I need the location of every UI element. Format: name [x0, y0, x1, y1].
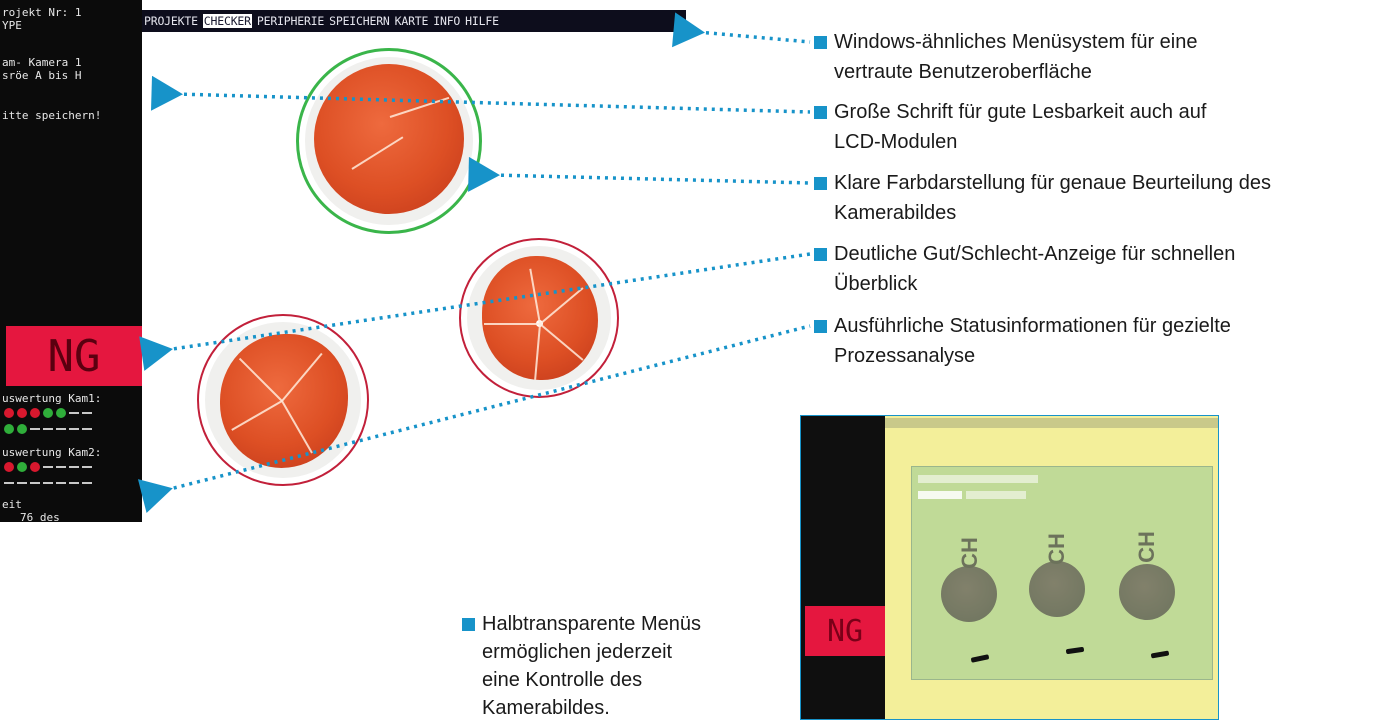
callout-line: Windows-ähnliches Menüsystem für eine: [834, 31, 1198, 53]
callout-line: Klare Farbdarstellung für genaue Beurtei…: [834, 172, 1271, 194]
bullet-square-icon: [814, 36, 827, 49]
mini-dialog-title: [918, 475, 1038, 483]
note-line: Kamerabildes.: [482, 697, 610, 719]
note-line: Halbtransparente Menüs: [482, 613, 702, 635]
callout-ng: Deutliche Gut/Schlecht-Anzeige für schne…: [814, 239, 1236, 299]
callout-menu: Windows-ähnliches Menüsystem für eine ve…: [814, 27, 1198, 87]
mini-dialog-tab: [918, 491, 962, 499]
callout-line: LCD-Modulen: [834, 131, 958, 153]
mini-dialog-tab: [966, 491, 1026, 499]
arrow-font: [151, 75, 811, 114]
callout-font: Große Schrift für gute Lesbarkeit auch a…: [814, 97, 1207, 157]
arrow-ng: [139, 252, 811, 371]
arrow-color: [468, 156, 811, 192]
note-line: eine Kontrolle des: [482, 669, 643, 691]
bullet-square-icon: [462, 618, 475, 631]
callout-line: Überblick: [834, 273, 918, 295]
transparent-menu-screenshot: NG CH CH CH: [800, 415, 1219, 720]
bullet-square-icon: [814, 248, 827, 261]
callout-status: Ausführliche Statusinformationen für gez…: [814, 311, 1231, 371]
arrow-menu: [672, 12, 811, 48]
bottom-note: Halbtransparente Menüs ermöglichen jeder…: [462, 610, 792, 722]
mini-status-panel: NG: [801, 416, 885, 719]
note-line: ermöglichen jederzeit: [482, 641, 673, 663]
mini-ng-indicator: NG: [805, 606, 885, 656]
mini-menu-bar: [885, 418, 1218, 428]
callout-line: Große Schrift für gute Lesbarkeit auch a…: [834, 101, 1207, 123]
bullet-square-icon: [814, 320, 827, 333]
callout-color: Klare Farbdarstellung für genaue Beurtei…: [814, 168, 1271, 228]
bullet-square-icon: [814, 177, 827, 190]
mini-translucent-dialog: [911, 466, 1213, 680]
bullet-square-icon: [814, 106, 827, 119]
callout-line: Prozessanalyse: [834, 345, 976, 367]
callout-line: Deutliche Gut/Schlecht-Anzeige für schne…: [834, 243, 1236, 265]
callout-line: Ausführliche Statusinformationen für gez…: [834, 315, 1231, 337]
callout-line: vertraute Benutzeroberfläche: [834, 61, 1092, 83]
callout-line: Kamerabildes: [834, 202, 957, 224]
arrow-status: [137, 324, 811, 514]
